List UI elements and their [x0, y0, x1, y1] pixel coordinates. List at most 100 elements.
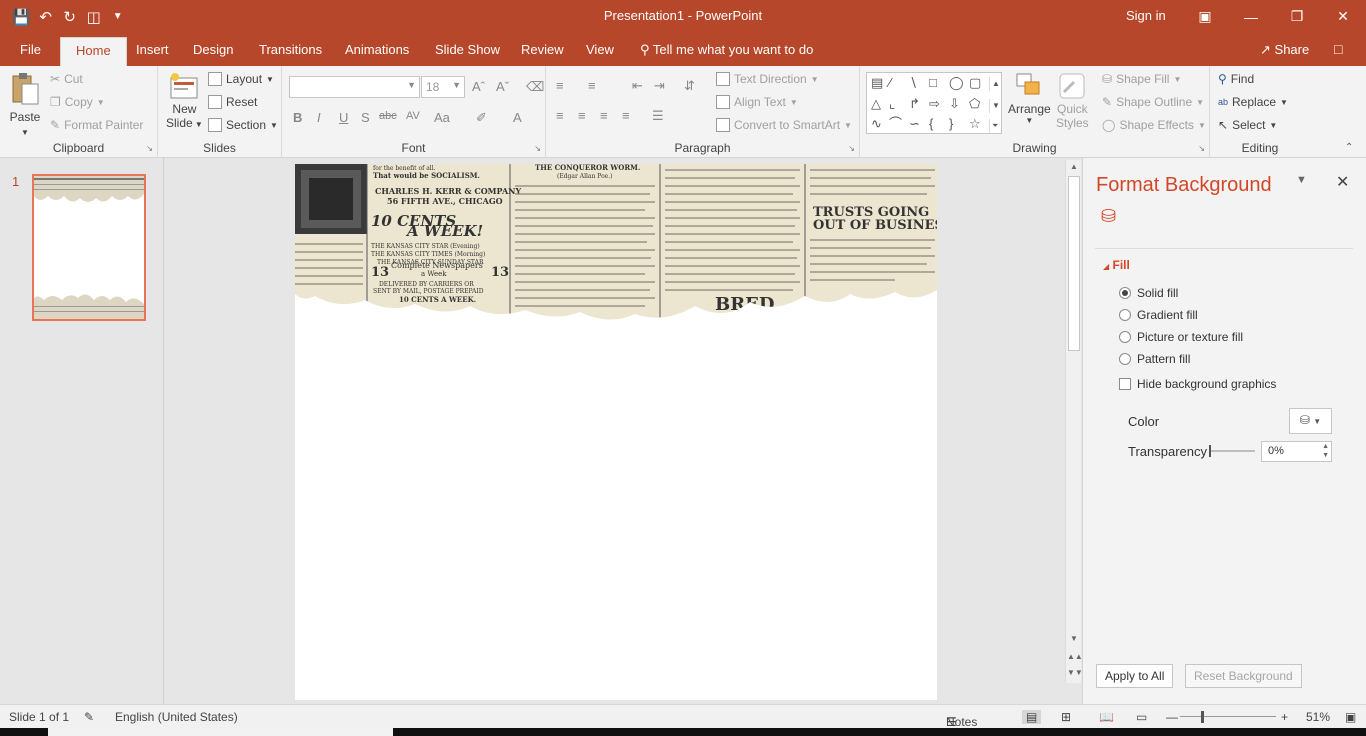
scroll-up-icon[interactable]: ▲: [1067, 162, 1081, 171]
zoom-out-icon[interactable]: —: [1166, 710, 1178, 724]
underline-icon[interactable]: U: [339, 110, 348, 125]
redo-icon[interactable]: ↻: [61, 8, 79, 26]
language-indicator[interactable]: English (United States): [115, 710, 238, 724]
highlight-icon[interactable]: ✐: [476, 110, 487, 126]
triangle-shape-icon[interactable]: △: [871, 97, 881, 111]
tab-insert[interactable]: Insert: [136, 42, 169, 57]
close-icon[interactable]: ✕: [1320, 0, 1366, 33]
align-center-icon[interactable]: ≡: [578, 108, 586, 123]
comments-icon[interactable]: □: [1334, 41, 1342, 57]
down-arrow-shape-icon[interactable]: ⇩: [949, 97, 960, 111]
pattern-fill-radio[interactable]: Pattern fill: [1119, 352, 1190, 366]
section-button[interactable]: Section ▼: [208, 118, 278, 132]
shape-outline-button[interactable]: ✎ Shape Outline ▼: [1102, 95, 1204, 109]
format-painter-button[interactable]: ✎ Format Painter: [50, 118, 143, 132]
fill-section-header[interactable]: ◢ Fill: [1103, 258, 1130, 272]
shape-fill-button[interactable]: ⛁ Shape Fill ▼: [1102, 72, 1181, 86]
zoom-level[interactable]: 51%: [1306, 710, 1330, 724]
font-color-icon[interactable]: A: [513, 110, 522, 125]
strikethrough-icon[interactable]: abc: [379, 110, 397, 122]
justify-icon[interactable]: ≡: [622, 108, 630, 123]
italic-icon[interactable]: I: [317, 110, 321, 125]
shadow-icon[interactable]: S: [361, 110, 370, 125]
reset-button[interactable]: Reset: [208, 95, 257, 109]
pattern-fill-radio-circle[interactable]: [1119, 353, 1131, 365]
brace-right-shape-icon[interactable]: }: [949, 117, 953, 131]
line-spacing-icon[interactable]: ⇵: [684, 78, 695, 94]
shapes-gallery[interactable]: ▤ ∕ ∖ □ ◯ ▢ △ ⌞ ↱ ⇨ ⇩ ⬠ ∿ ⌒ ∽ { } ☆ ▲ ▼ …: [866, 72, 1002, 134]
tab-animations[interactable]: Animations: [345, 42, 409, 57]
new-slide-button[interactable]: New Slide ▼: [166, 72, 203, 130]
fill-tab-paint-bucket-icon[interactable]: ⛁: [1101, 206, 1127, 232]
char-spacing-icon[interactable]: AV: [406, 110, 420, 122]
increase-font-icon[interactable]: Aˆ: [472, 79, 485, 94]
arrange-button[interactable]: Arrange ▼: [1008, 72, 1051, 125]
align-left-icon[interactable]: ≡: [556, 108, 564, 123]
sign-in-link[interactable]: Sign in: [1126, 8, 1166, 23]
pane-options-dropdown-icon[interactable]: ▼: [1296, 174, 1307, 186]
next-slide-icon[interactable]: ▼▼: [1067, 668, 1083, 677]
spinner-arrows-icon[interactable]: ▲ ▼: [1322, 442, 1329, 460]
layout-button[interactable]: Layout ▼: [208, 72, 274, 86]
line2-shape-icon[interactable]: ∖: [909, 76, 917, 90]
transparency-slider[interactable]: [1209, 445, 1255, 457]
picture-fill-radio[interactable]: Picture or texture fill: [1119, 330, 1243, 344]
minimize-icon[interactable]: —: [1228, 0, 1274, 33]
share-button[interactable]: ↗ Share: [1260, 42, 1309, 58]
present-icon[interactable]: ◫: [85, 8, 103, 26]
shape-effects-button[interactable]: ◯ Shape Effects ▼: [1102, 118, 1206, 132]
columns-icon[interactable]: ☰: [652, 108, 664, 124]
normal-view-icon[interactable]: ▤: [1022, 710, 1042, 724]
taskbar-search[interactable]: [48, 728, 393, 736]
zoom-in-icon[interactable]: +: [1281, 710, 1288, 724]
hide-background-graphics-checkbox[interactable]: Hide background graphics: [1119, 377, 1276, 391]
prev-slide-icon[interactable]: ▲▲: [1067, 652, 1083, 661]
tab-view[interactable]: View: [586, 42, 614, 57]
maximize-icon[interactable]: ❐: [1274, 0, 1320, 33]
tab-slide-show[interactable]: Slide Show: [435, 42, 500, 57]
decrease-font-icon[interactable]: Aˇ: [496, 79, 509, 94]
tab-file[interactable]: File: [20, 42, 41, 57]
convert-smartart-button[interactable]: Convert to SmartArt ▼: [716, 118, 852, 132]
apply-to-all-button[interactable]: Apply to All: [1096, 664, 1174, 688]
gallery-up-icon[interactable]: ▲: [989, 77, 1000, 91]
slideshow-view-icon[interactable]: ▭: [1136, 710, 1147, 724]
scroll-down-icon[interactable]: ▼: [1067, 634, 1081, 643]
star-shape-icon[interactable]: ☆: [969, 117, 981, 131]
reset-background-button[interactable]: Reset Background: [1185, 664, 1302, 688]
transparency-slider-knob[interactable]: [1209, 445, 1211, 457]
pentagon-shape-icon[interactable]: ⬠: [969, 97, 980, 111]
solid-fill-radio-circle[interactable]: [1119, 287, 1131, 299]
change-case-icon[interactable]: Aa: [434, 110, 450, 125]
gallery-more-icon[interactable]: ⏷: [989, 119, 998, 133]
brace-left-shape-icon[interactable]: {: [929, 117, 933, 131]
slide-vertical-scrollbar[interactable]: ▲ ▼ ▲▲ ▼▼: [1065, 160, 1083, 683]
gradient-fill-radio[interactable]: Gradient fill: [1119, 308, 1198, 322]
increase-indent-icon[interactable]: ⇥: [654, 78, 665, 94]
solid-fill-radio[interactable]: Solid fill: [1119, 286, 1178, 300]
clear-formatting-icon[interactable]: ⌫: [526, 79, 544, 95]
customize-icon[interactable]: ▼: [109, 11, 127, 22]
picture-fill-radio-circle[interactable]: [1119, 331, 1131, 343]
rectangle-shape-icon[interactable]: □: [929, 76, 937, 90]
font-launcher-icon[interactable]: ↘: [534, 144, 541, 153]
gallery-down-icon[interactable]: ▼: [989, 99, 1000, 113]
quick-styles-button[interactable]: Quick Styles: [1056, 72, 1089, 130]
spell-check-icon[interactable]: ✎: [84, 710, 94, 724]
font-size-combo[interactable]: 18 ▼: [421, 76, 465, 98]
align-text-button[interactable]: Align Text ▼: [716, 95, 798, 109]
tell-me-search[interactable]: ⚲ Tell me what you want to do: [640, 42, 813, 58]
rounded-rect-shape-icon[interactable]: ▢: [969, 76, 981, 90]
slide-thumbnail[interactable]: [32, 174, 146, 321]
freeform-shape-icon[interactable]: ∽: [909, 117, 920, 131]
align-right-icon[interactable]: ≡: [600, 108, 608, 123]
zoom-slider-knob[interactable]: [1201, 711, 1204, 723]
slide-canvas[interactable]: for the benefit of all. That would be SO…: [295, 164, 937, 700]
oval-shape-icon[interactable]: ◯: [949, 76, 964, 90]
curve-shape-icon[interactable]: ∿: [871, 117, 882, 131]
font-name-combo[interactable]: ▼: [289, 76, 420, 98]
scroll-thumb[interactable]: [1068, 176, 1080, 351]
save-icon[interactable]: 💾: [12, 8, 31, 26]
arc-shape-icon[interactable]: ⌒: [889, 117, 902, 131]
hide-graphics-check-box[interactable]: [1119, 378, 1131, 390]
